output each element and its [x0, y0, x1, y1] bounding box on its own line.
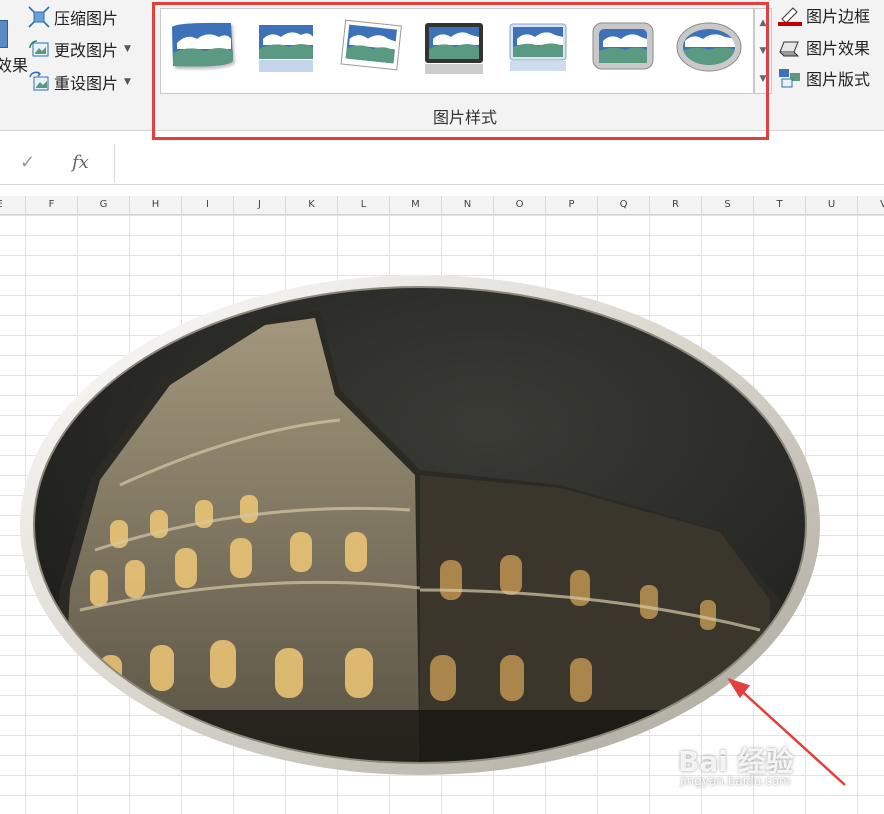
baidu-watermark-url: jingyan.baidu.com — [680, 774, 791, 788]
ribbon: 效果 压缩图片 更改图片 ▼ 重设图片 ▼ ▲ ▼ ▼ 图片样式 图片边框 图片… — [0, 0, 884, 140]
formula-bar: ✓ fx — [0, 144, 884, 185]
column-header-h[interactable]: H — [129, 196, 181, 214]
picture-border-button[interactable]: 图片边框 — [778, 3, 870, 27]
colosseum-picture[interactable] — [0, 270, 884, 790]
column-header-s[interactable]: S — [701, 196, 753, 214]
column-header-j[interactable]: J — [233, 196, 285, 214]
reset-picture-icon — [28, 71, 50, 93]
change-picture-icon — [28, 38, 50, 60]
highlight-box — [152, 2, 769, 140]
column-header-p[interactable]: P — [545, 196, 597, 214]
change-picture-button[interactable]: 更改图片 ▼ — [28, 35, 131, 63]
column-header-g[interactable]: G — [77, 196, 129, 214]
column-header-u[interactable]: U — [805, 196, 857, 214]
column-header-v[interactable]: V — [857, 196, 884, 214]
column-header-k[interactable]: K — [285, 196, 337, 214]
picture-layout-icon — [778, 67, 802, 89]
column-header-f[interactable]: F — [25, 196, 77, 214]
picture-layout-button[interactable]: 图片版式 — [778, 66, 870, 90]
column-header-i[interactable]: I — [181, 196, 233, 214]
reset-picture-button[interactable]: 重设图片 ▼ — [28, 68, 131, 96]
compress-pictures-button[interactable]: 压缩图片 — [28, 3, 118, 31]
chevron-down-icon[interactable]: ▼ — [124, 44, 131, 54]
column-header-t[interactable]: T — [753, 196, 805, 214]
picture-border-icon — [778, 4, 802, 26]
column-header-e[interactable]: E — [0, 196, 25, 214]
column-header-r[interactable]: R — [649, 196, 701, 214]
compress-picture-icon — [28, 6, 50, 28]
picture-effects-button[interactable]: 图片效果 — [778, 35, 870, 59]
column-headers: EFGHIJKLMNOPQRSTUV — [0, 196, 884, 215]
chevron-down-icon[interactable]: ▼ — [124, 77, 131, 87]
column-header-n[interactable]: N — [441, 196, 493, 214]
picture-effects-icon — [778, 36, 802, 58]
column-header-o[interactable]: O — [493, 196, 545, 214]
column-header-l[interactable]: L — [337, 196, 389, 214]
enter-check-icon[interactable]: ✓ — [20, 152, 35, 173]
column-header-q[interactable]: Q — [597, 196, 649, 214]
column-header-m[interactable]: M — [389, 196, 441, 214]
formula-input[interactable] — [114, 144, 884, 183]
artistic-effects-label[interactable]: 效果 — [0, 52, 28, 76]
photo-content — [34, 287, 806, 763]
insert-function-icon[interactable]: fx — [72, 152, 89, 173]
artistic-effects-icon[interactable] — [0, 20, 8, 48]
